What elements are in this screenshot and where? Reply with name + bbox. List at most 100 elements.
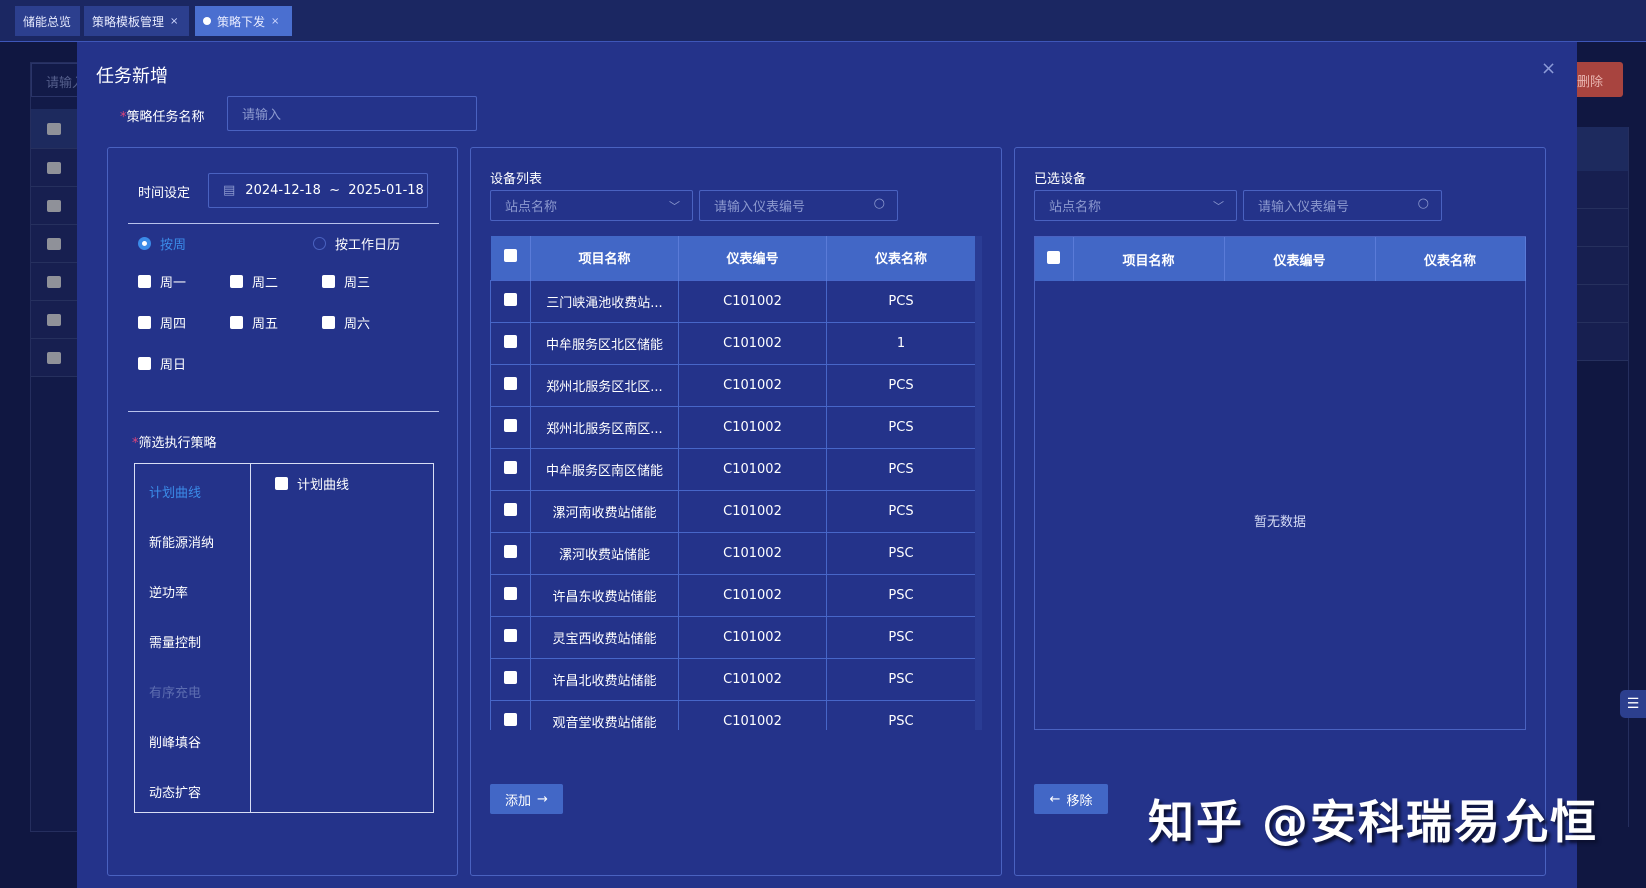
- project-name-cell: 观音堂收费站储能: [530, 699, 679, 730]
- label-text: 筛选执行策略: [138, 436, 217, 451]
- table-row[interactable]: 观音堂收费站储能 C101002 PSC: [490, 699, 975, 730]
- background-delete-button[interactable]: 删除: [1577, 62, 1623, 97]
- meter-name-cell: PCS: [826, 447, 975, 491]
- checkbox: [47, 123, 61, 135]
- checkbox: [1047, 250, 1061, 264]
- checkbox-sun[interactable]: 周日: [138, 354, 186, 373]
- table-row[interactable]: 漯河南收费站储能 C101002 PCS: [490, 489, 975, 533]
- checkbox-wed[interactable]: 周三: [322, 272, 370, 291]
- table-row[interactable]: 中牟服务区南区储能 C101002 PCS: [490, 447, 975, 491]
- radio-label: 按周: [160, 238, 187, 253]
- row-checkbox[interactable]: [490, 573, 531, 617]
- strategy-peak-shaving[interactable]: 削峰填谷: [149, 732, 201, 751]
- task-add-modal: 任务新增 × *策略任务名称 请输入 时间设定 ▤ 2024-12-18 ~ 20…: [77, 42, 1577, 888]
- close-icon[interactable]: ×: [170, 16, 178, 27]
- schedule-panel: 时间设定 ▤ 2024-12-18 ~ 2025-01-18 按周 按工作日历 周…: [107, 147, 458, 876]
- table-row[interactable]: 郑州北服务区南区... C101002 PCS: [490, 405, 975, 449]
- radio-icon: [313, 237, 326, 250]
- checkbox: [138, 275, 151, 288]
- table-row[interactable]: 郑州北服务区北区... C101002 PCS: [490, 363, 975, 407]
- arrow-right-icon: →: [537, 791, 548, 807]
- checkbox-sat[interactable]: 周六: [322, 313, 370, 332]
- project-name-cell: 许昌北收费站储能: [530, 657, 679, 701]
- tab-strategy-template[interactable]: 策略模板管理 ×: [84, 6, 189, 36]
- checkbox: [504, 712, 517, 726]
- radio-by-workday-calendar[interactable]: 按工作日历: [313, 234, 400, 253]
- row-checkbox[interactable]: [490, 405, 531, 449]
- meter-code-cell: C101002: [678, 489, 827, 533]
- close-icon[interactable]: ×: [1541, 58, 1556, 79]
- chevron-down-icon: ﹀: [669, 200, 680, 213]
- strategy-renewable[interactable]: 新能源消纳: [149, 532, 214, 551]
- checkbox: [504, 418, 517, 432]
- meter-code-cell: C101002: [678, 573, 827, 617]
- meter-name-cell: PSC: [826, 657, 975, 701]
- checkbox-tue[interactable]: 周二: [230, 272, 278, 291]
- device-table: 项目名称 仪表编号 仪表名称 三门峡渑池收费站... C101002 PCS 中牟服务…: [490, 236, 982, 730]
- checkbox: [47, 352, 61, 364]
- project-name-cell: 中牟服务区南区储能: [530, 447, 679, 491]
- tab-strategy-dispatch[interactable]: 策略下发 ×: [195, 6, 292, 36]
- table-row[interactable]: 许昌北收费站储能 C101002 PSC: [490, 657, 975, 701]
- row-checkbox[interactable]: [490, 321, 531, 365]
- project-name-cell: 许昌东收费站储能: [530, 573, 679, 617]
- column-header: 仪表名称: [826, 236, 975, 280]
- checkbox: [504, 334, 517, 348]
- close-icon[interactable]: ×: [271, 16, 279, 27]
- table-row[interactable]: 中牟服务区北区储能 C101002 1: [490, 321, 975, 365]
- checkbox: [230, 316, 243, 329]
- table-row[interactable]: 漯河收费站储能 C101002 PSC: [490, 531, 975, 575]
- checkbox: [504, 586, 517, 600]
- strategy-plan-curve[interactable]: 计划曲线: [149, 482, 201, 501]
- row-checkbox[interactable]: [490, 531, 531, 575]
- row-checkbox[interactable]: [490, 699, 531, 730]
- column-header: 仪表编号: [678, 236, 827, 280]
- meter-code-cell: C101002: [678, 279, 827, 323]
- checkbox: [47, 314, 61, 326]
- row-checkbox[interactable]: [490, 615, 531, 659]
- selected-meter-search-input[interactable]: 请输入仪表编号 ○: [1243, 190, 1442, 221]
- checkbox-thu[interactable]: 周四: [138, 313, 186, 332]
- task-name-label: *策略任务名称: [120, 106, 205, 125]
- date-range: 2024-12-18 ~ 2025-01-18: [245, 183, 424, 198]
- table-row[interactable]: 许昌东收费站储能 C101002 PSC: [490, 573, 975, 617]
- checkbox-fri[interactable]: 周五: [230, 313, 278, 332]
- table-row[interactable]: 三门峡渑池收费站... C101002 PCS: [490, 279, 975, 323]
- settings-sliders-icon[interactable]: ☰: [1620, 690, 1646, 718]
- row-checkbox[interactable]: [490, 279, 531, 323]
- table-row[interactable]: 灵宝西收费站储能 C101002 PSC: [490, 615, 975, 659]
- select-placeholder: 站点名称: [1049, 200, 1102, 215]
- strategy-selector: 计划曲线 新能源消纳 逆功率 需量控制 有序充电 削峰填谷 动态扩容 计划曲线: [134, 463, 434, 813]
- strategy-option-plan-curve[interactable]: 计划曲线: [275, 474, 349, 493]
- task-name-input[interactable]: 请输入: [227, 96, 477, 131]
- selected-site-select[interactable]: 站点名称 ﹀: [1034, 190, 1237, 221]
- meter-name-cell: PCS: [826, 279, 975, 323]
- weekday-label: 周二: [252, 276, 279, 291]
- date-range-picker[interactable]: ▤ 2024-12-18 ~ 2025-01-18: [208, 173, 428, 208]
- row-checkbox[interactable]: [490, 657, 531, 701]
- site-select[interactable]: 站点名称 ﹀: [490, 190, 693, 221]
- strategy-reverse-power[interactable]: 逆功率: [149, 582, 188, 601]
- select-all-checkbox[interactable]: [1035, 237, 1074, 281]
- select-all-checkbox[interactable]: [490, 236, 531, 280]
- meter-name-cell: PCS: [826, 363, 975, 407]
- remove-button[interactable]: ← 移除: [1034, 784, 1108, 814]
- radio-icon: [138, 237, 151, 250]
- strategy-dynamic-expansion[interactable]: 动态扩容: [149, 782, 201, 801]
- meter-search-input[interactable]: 请输入仪表编号 ○: [699, 190, 898, 221]
- weekday-label: 周一: [160, 276, 187, 291]
- project-name-cell: 漯河南收费站储能: [530, 489, 679, 533]
- meter-name-cell: PSC: [826, 573, 975, 617]
- row-checkbox[interactable]: [490, 489, 531, 533]
- row-checkbox[interactable]: [490, 363, 531, 407]
- add-button[interactable]: 添加 →: [490, 784, 563, 814]
- tab-storage-overview[interactable]: 储能总览: [15, 6, 80, 36]
- radio-by-week[interactable]: 按周: [138, 234, 186, 253]
- radio-label: 按工作日历: [335, 238, 401, 253]
- project-name-cell: 漯河收费站储能: [530, 531, 679, 575]
- row-checkbox[interactable]: [490, 447, 531, 491]
- strategy-demand-control[interactable]: 需量控制: [149, 632, 201, 651]
- meter-name-cell: PCS: [826, 405, 975, 449]
- meter-code-cell: C101002: [678, 531, 827, 575]
- checkbox-mon[interactable]: 周一: [138, 272, 186, 291]
